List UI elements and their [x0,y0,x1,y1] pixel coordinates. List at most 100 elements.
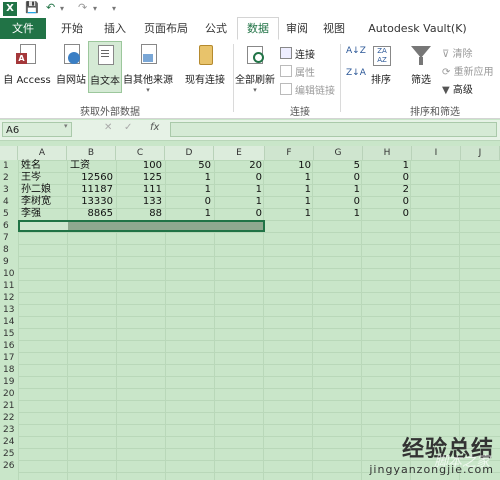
cell[interactable]: 0 [363,208,409,220]
row-header[interactable]: 7 [0,232,18,244]
row-header[interactable]: 2 [0,172,18,184]
name-box-dropdown-icon[interactable]: ▾ [64,122,68,130]
row-header[interactable]: 21 [0,400,18,412]
column-header[interactable]: A [18,146,67,160]
cell[interactable]: 李强 [21,208,41,220]
row-header[interactable]: 13 [0,304,18,316]
cell[interactable]: 11187 [67,184,113,196]
from-other-sources-button[interactable]: 自其他来源 ▾ [122,44,174,94]
column-header[interactable]: I [412,146,461,160]
cell[interactable]: 1 [165,172,211,184]
cell[interactable]: 0 [363,172,409,184]
cell[interactable]: 1 [214,184,262,196]
cell[interactable]: 0 [214,208,262,220]
cell[interactable]: 1 [165,208,211,220]
row-header[interactable]: 20 [0,388,18,400]
row-header[interactable]: 11 [0,280,18,292]
column-header[interactable]: J [461,146,500,160]
cell[interactable]: 1 [265,208,311,220]
column-header[interactable]: F [265,146,314,160]
cell[interactable]: 1 [314,208,360,220]
from-access-button[interactable]: A 自 Access [2,44,52,86]
row-header[interactable]: 5 [0,208,18,220]
cell[interactable]: 10 [265,160,311,172]
cell[interactable]: 0 [314,172,360,184]
clear-button[interactable]: ⊽ 清除 [442,45,473,60]
insert-function-icon[interactable]: fx [150,122,159,133]
row-header[interactable]: 15 [0,328,18,340]
cell[interactable]: 1 [265,196,311,208]
undo-dropdown-icon[interactable]: ▾ [60,4,64,13]
tab-data[interactable]: 数据 [237,17,279,40]
sort-za-button[interactable]: Z↓A [346,68,366,78]
customize-quick-access-icon[interactable]: ▾ [112,4,116,13]
cell[interactable]: 8865 [67,208,113,220]
row-header[interactable]: 25 [0,448,18,460]
enter-icon[interactable]: ✓ [124,122,132,133]
existing-connections-button[interactable]: 现有连接 [180,44,230,86]
redo-dropdown-icon[interactable]: ▾ [93,4,97,13]
row-header[interactable]: 8 [0,244,18,256]
column-header[interactable]: C [116,146,165,160]
cell[interactable]: 0 [214,172,262,184]
refresh-all-button[interactable]: 全部刷新 ▾ [234,44,276,94]
tab-autodesk-vault[interactable]: Autodesk Vault(K) [360,18,475,39]
cell[interactable]: 20 [214,160,262,172]
reapply-button[interactable]: ⟳ 重新应用 [442,63,494,78]
row-header[interactable]: 10 [0,268,18,280]
column-header[interactable]: H [363,146,412,160]
row-header[interactable]: 9 [0,256,18,268]
column-header[interactable]: B [67,146,116,160]
cell[interactable]: 5 [314,160,360,172]
row-header[interactable]: 19 [0,376,18,388]
cell[interactable]: 李树宽 [21,196,51,208]
cell[interactable]: 孙二娘 [21,184,51,196]
from-text-button[interactable]: 自文本 [88,41,122,93]
cell[interactable]: 12560 [67,172,113,184]
cell[interactable]: 125 [116,172,162,184]
tab-page-layout[interactable]: 页面布局 [137,18,195,39]
row-header[interactable]: 17 [0,352,18,364]
select-all-corner[interactable] [0,146,18,160]
column-header[interactable]: E [214,146,265,160]
row-header[interactable]: 1 [0,160,18,172]
advanced-button[interactable]: ▼ 高级 [442,81,473,96]
cell[interactable]: 姓名 [21,160,41,172]
cancel-icon[interactable]: ✕ [104,122,112,133]
column-header[interactable]: D [165,146,214,160]
tab-formulas[interactable]: 公式 [198,18,234,39]
cell[interactable]: 50 [165,160,211,172]
row-header[interactable]: 14 [0,316,18,328]
cell[interactable]: 1 [265,172,311,184]
redo-icon[interactable]: ↷ [78,1,87,14]
cell[interactable]: 0 [165,196,211,208]
column-header[interactable]: G [314,146,363,160]
cell[interactable]: 2 [363,184,409,196]
cell[interactable]: 13330 [67,196,113,208]
row-header[interactable]: 6 [0,220,18,232]
cell[interactable]: 133 [116,196,162,208]
cell[interactable]: 1 [363,160,409,172]
cell[interactable]: 1 [314,184,360,196]
from-web-button[interactable]: 自网站 [53,44,89,86]
formula-input[interactable] [170,122,497,137]
cell[interactable]: 111 [116,184,162,196]
cell[interactable]: 0 [363,196,409,208]
row-header[interactable]: 26 [0,460,18,472]
row-header[interactable]: 24 [0,436,18,448]
connections-button[interactable]: 连接 [280,46,315,61]
cell[interactable]: 1 [214,196,262,208]
tab-view[interactable]: 视图 [318,18,350,39]
cell[interactable]: 0 [314,196,360,208]
row-header[interactable]: 22 [0,412,18,424]
cell[interactable]: 100 [116,160,162,172]
tab-file[interactable]: 文件 [0,18,46,39]
name-box[interactable]: A6 [2,122,72,137]
cell[interactable]: 工资 [70,160,90,172]
cell[interactable]: 1 [165,184,211,196]
sort-button[interactable]: ZA AZ 排序 [366,44,396,86]
cell[interactable]: 88 [116,208,162,220]
undo-icon[interactable]: ↶ [46,1,55,14]
tab-review[interactable]: 审阅 [281,18,313,39]
row-header[interactable]: 23 [0,424,18,436]
